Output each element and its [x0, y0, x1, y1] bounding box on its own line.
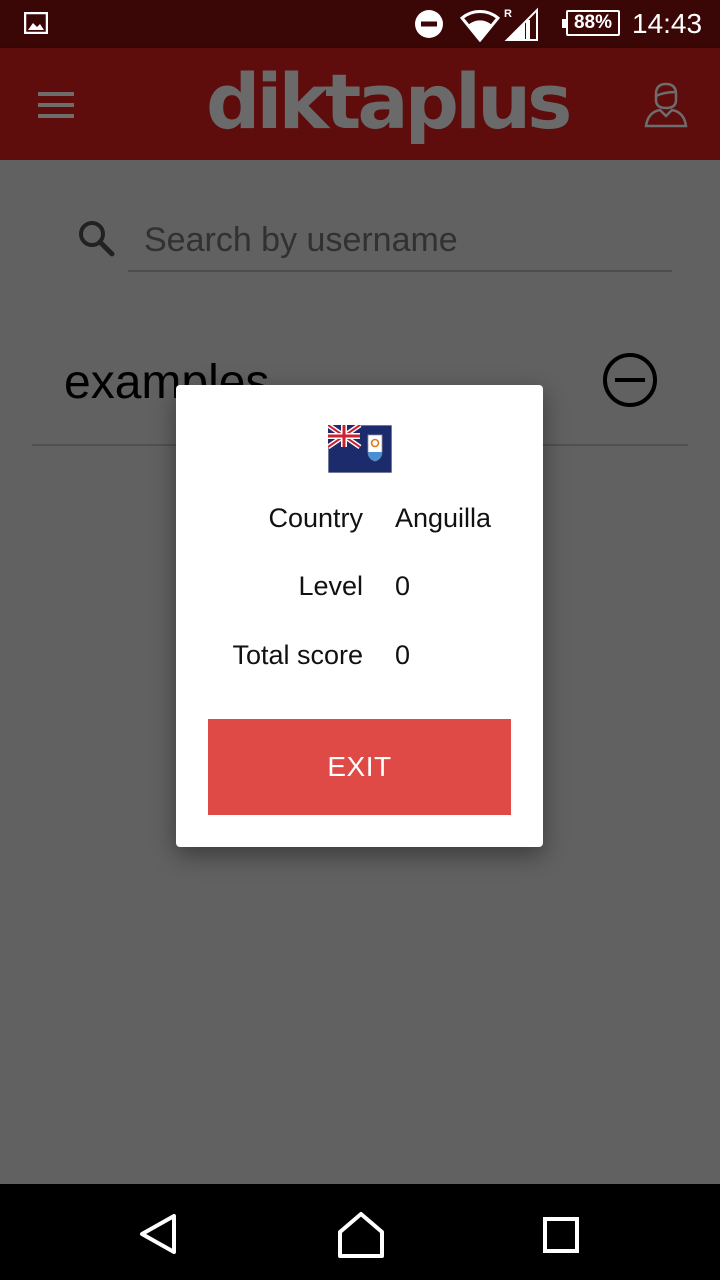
user-profile-icon[interactable]: [642, 80, 690, 128]
do-not-disturb-icon: [415, 10, 443, 38]
exit-button[interactable]: EXIT: [208, 719, 511, 815]
recents-icon[interactable]: [542, 1216, 580, 1254]
navigation-bar: [0, 1184, 720, 1280]
level-value: 0: [395, 571, 411, 601]
home-icon[interactable]: [334, 1210, 388, 1258]
clock: 14:43: [632, 8, 703, 39]
battery-percent: 88%: [573, 12, 613, 33]
status-bar: R 88% 14:43: [0, 0, 720, 48]
hamburger-menu-icon[interactable]: [36, 90, 76, 120]
cell-signal-icon: R: [504, 7, 538, 41]
app-logo: diktaplus: [206, 57, 572, 146]
battery-indicator: 88%: [562, 10, 620, 36]
total-score-value: 0: [395, 640, 411, 670]
back-icon[interactable]: [134, 1212, 182, 1256]
wifi-icon: [460, 10, 500, 42]
country-value: Anguilla: [395, 503, 492, 533]
total-score-label: Total score: [232, 640, 363, 670]
country-label: Country: [268, 503, 363, 533]
level-label: Level: [298, 571, 363, 601]
svg-text:R: R: [504, 8, 512, 20]
user-info-dialog: Country Anguilla Level 0 Total score 0 E…: [176, 385, 543, 847]
gallery-notification-icon: [24, 12, 48, 34]
flag-anguilla-icon: [328, 425, 392, 473]
